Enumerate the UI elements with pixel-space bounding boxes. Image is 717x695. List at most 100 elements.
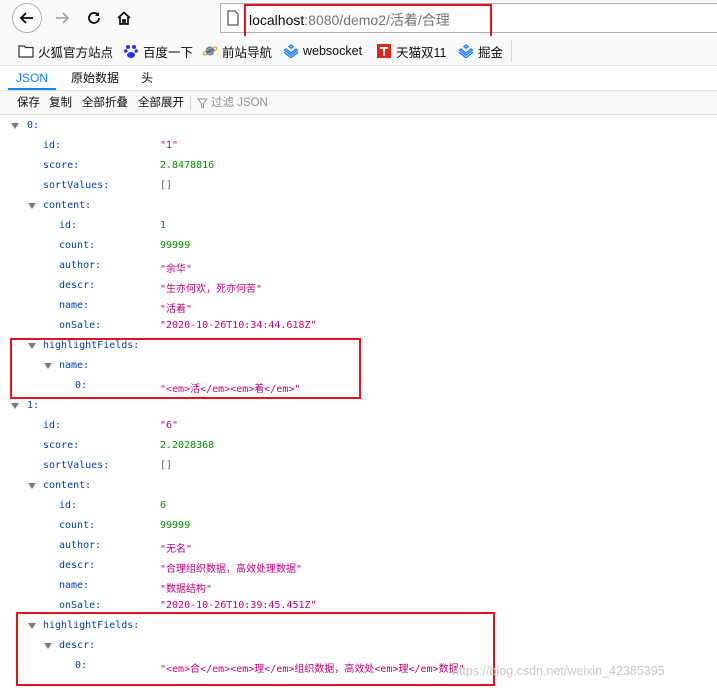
bookmark-tmall[interactable]: 天猫双11 bbox=[376, 42, 446, 60]
bookmark-label: 百度一下 bbox=[143, 45, 194, 60]
tree-row: author: "余华" bbox=[0, 256, 717, 276]
filter-json-input[interactable]: 过滤 JSON bbox=[197, 91, 268, 115]
tree-key: 0: bbox=[75, 660, 88, 671]
tree-value: "6" bbox=[160, 420, 179, 431]
home-button[interactable] bbox=[110, 4, 138, 32]
tree-row[interactable]: content: bbox=[0, 476, 717, 496]
tree-key: score: bbox=[43, 160, 80, 171]
bookmark-firefox-official[interactable]: 火狐官方站点 bbox=[18, 42, 113, 60]
tree-key: descr: bbox=[59, 640, 96, 651]
tree-value: "活着" bbox=[160, 304, 193, 315]
tree-row[interactable]: descr: bbox=[0, 636, 717, 656]
tree-row[interactable]: content: bbox=[0, 196, 717, 216]
tree-row[interactable]: 1: bbox=[0, 396, 717, 416]
tree-key: count: bbox=[59, 240, 96, 251]
page-info-icon[interactable] bbox=[226, 10, 240, 29]
tree-key: descr: bbox=[59, 280, 96, 291]
tree-row: 0: "<em>活</em><em>着</em>" bbox=[0, 376, 717, 396]
tab-raw-data[interactable]: 原始数据 bbox=[64, 66, 126, 90]
tab-headers[interactable]: 头 bbox=[134, 66, 160, 90]
bookmark-qianzhan[interactable]: 前站导航 bbox=[202, 42, 272, 60]
back-button[interactable] bbox=[12, 3, 42, 33]
tree-row: score: 2.8478816 bbox=[0, 156, 717, 176]
tree-key: sortValues: bbox=[43, 460, 110, 471]
expand-all-button[interactable]: 全部展开 bbox=[138, 91, 184, 115]
tree-row: author: "无名" bbox=[0, 536, 717, 556]
tree-key: author: bbox=[59, 540, 102, 551]
address-bar[interactable]: localhost:8080/demo2/活着/合理 bbox=[220, 3, 717, 33]
tree-row: descr: "合理组织数据，高效处理数据" bbox=[0, 556, 717, 576]
tree-row[interactable]: name: bbox=[0, 356, 717, 376]
tree-value: [] bbox=[160, 180, 173, 191]
url-host: localhost bbox=[249, 12, 305, 28]
tree-row: id: 1 bbox=[0, 216, 717, 236]
tree-row: score: 2.2028368 bbox=[0, 436, 717, 456]
copy-button[interactable]: 复制 bbox=[49, 91, 72, 115]
planet-icon bbox=[202, 43, 218, 59]
baidu-paw-icon bbox=[123, 43, 139, 59]
tree-key: 1: bbox=[27, 400, 40, 411]
expand-toggle-icon[interactable] bbox=[11, 123, 19, 129]
tree-key: 0: bbox=[75, 380, 88, 391]
bookmark-label: 火狐官方站点 bbox=[38, 45, 114, 60]
tree-value: "<em>合</em><em>理</em>组织数据，高效处<em>理</em>数… bbox=[160, 664, 465, 675]
tree-value: 1 bbox=[160, 220, 167, 231]
bookmark-baidu[interactable]: 百度一下 bbox=[123, 42, 193, 60]
tree-key: id: bbox=[43, 140, 62, 151]
tree-row[interactable]: 0: bbox=[0, 116, 717, 136]
tree-row: sortValues: [] bbox=[0, 176, 717, 196]
tree-row: id: "1" bbox=[0, 136, 717, 156]
expand-toggle-icon[interactable] bbox=[28, 203, 36, 209]
expand-toggle-icon[interactable] bbox=[28, 623, 36, 629]
bookmark-label: 前站导航 bbox=[222, 45, 273, 60]
url-path: :8080/demo2/活着/合理 bbox=[304, 12, 450, 28]
tree-row: onSale: "2020-10-26T10:39:45.451Z" bbox=[0, 596, 717, 616]
expand-toggle-icon[interactable] bbox=[44, 643, 52, 649]
tab-json[interactable]: JSON bbox=[8, 66, 56, 90]
tree-value: 99999 bbox=[160, 520, 191, 531]
tree-value: "<em>活</em><em>着</em>" bbox=[160, 384, 301, 395]
tree-row: id: 6 bbox=[0, 496, 717, 516]
url-text[interactable]: localhost:8080/demo2/活着/合理 bbox=[249, 10, 450, 30]
tree-row[interactable]: highlightFields: bbox=[0, 336, 717, 356]
expand-toggle-icon[interactable] bbox=[44, 363, 52, 369]
tree-value: "合理组织数据，高效处理数据" bbox=[160, 564, 303, 575]
tree-value: "2020-10-26T10:39:45.451Z" bbox=[160, 600, 317, 611]
tree-row: onSale: "2020-10-26T10:34:44.618Z" bbox=[0, 316, 717, 336]
tree-value: 2.8478816 bbox=[160, 160, 215, 171]
filter-icon bbox=[197, 98, 208, 109]
tree-key: 0: bbox=[27, 120, 40, 131]
tree-value: "余华" bbox=[160, 264, 193, 275]
navigation-toolbar: localhost:8080/demo2/活着/合理 bbox=[0, 0, 717, 42]
tree-row[interactable]: highlightFields: bbox=[0, 616, 717, 636]
tree-key: onSale: bbox=[59, 320, 102, 331]
bookmark-websocket[interactable]: websocket bbox=[283, 42, 362, 60]
tree-key: score: bbox=[43, 440, 80, 451]
forward-button[interactable] bbox=[48, 4, 76, 32]
tree-value: 99999 bbox=[160, 240, 191, 251]
expand-toggle-icon[interactable] bbox=[28, 483, 36, 489]
reload-button[interactable] bbox=[80, 4, 108, 32]
tree-key: content: bbox=[43, 200, 92, 211]
tree-key: descr: bbox=[59, 560, 96, 571]
bookmark-juejin[interactable]: 掘金 bbox=[458, 42, 503, 60]
tree-row: descr: "生亦何欢，死亦何苦" bbox=[0, 276, 717, 296]
save-button[interactable]: 保存 bbox=[17, 91, 40, 115]
json-viewer-tabs: JSON 原始数据 头 bbox=[0, 66, 717, 91]
tree-key: name: bbox=[59, 300, 90, 311]
tree-key: id: bbox=[43, 420, 62, 431]
bookmarks-toolbar: 火狐官方站点 百度一下 前站导航 websocket 天猫双11 掘金 bbox=[0, 36, 717, 66]
tree-key: name: bbox=[59, 360, 90, 371]
expand-toggle-icon[interactable] bbox=[28, 343, 36, 349]
tree-value: 6 bbox=[160, 500, 167, 511]
tree-value: [] bbox=[160, 460, 173, 471]
expand-toggle-icon[interactable] bbox=[11, 403, 19, 409]
bookmark-label: websocket bbox=[303, 44, 363, 58]
tree-key: name: bbox=[59, 580, 90, 591]
tree-key: highlightFields: bbox=[43, 340, 140, 351]
bookmark-label: 掘金 bbox=[478, 45, 504, 60]
reload-icon bbox=[88, 12, 100, 24]
bookmark-label: 天猫双11 bbox=[396, 45, 447, 60]
tree-key: author: bbox=[59, 260, 102, 271]
collapse-all-button[interactable]: 全部折叠 bbox=[82, 91, 128, 115]
